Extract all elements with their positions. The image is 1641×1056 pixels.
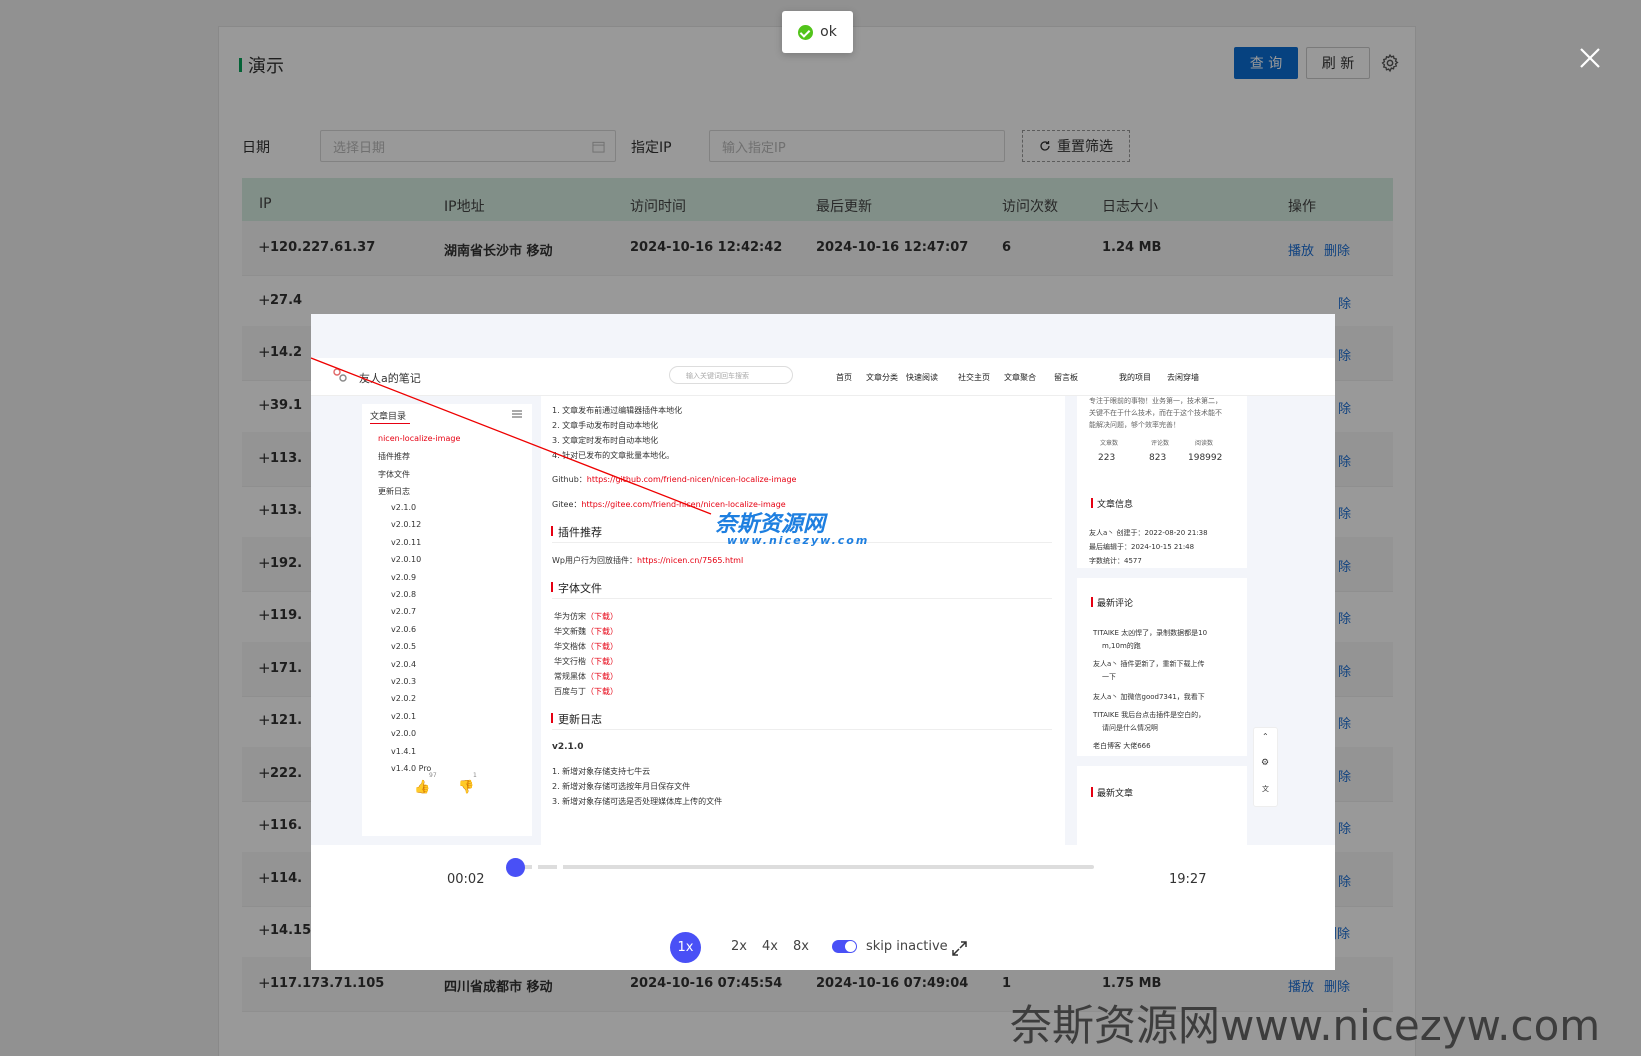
total-time: 19:27 (1169, 872, 1207, 887)
close-icon[interactable] (1578, 46, 1602, 70)
skip-inactive-label: skip inactive (866, 939, 948, 954)
speed-2x-button[interactable]: 2x (725, 939, 753, 954)
mouse-trail (311, 357, 712, 515)
progress-thumb[interactable] (506, 858, 526, 877)
inactive-gap (532, 865, 538, 869)
speed-4x-button[interactable]: 4x (756, 939, 784, 954)
check-circle-icon (798, 24, 814, 40)
progress-track[interactable] (523, 865, 1094, 869)
replay-player: 友人a的笔记 输入关键词回车搜索 首页 文章分类 快速阅读 社交主页 文章聚合 留言板 我的… (311, 314, 1335, 970)
inactive-gap (557, 865, 563, 869)
watermark-url: www.nicezyw.com (727, 534, 870, 547)
replay-viewport: 友人a的笔记 输入关键词回车搜索 首页 文章分类 快速阅读 社交主页 文章聚合 留言板 我的… (311, 314, 1335, 845)
fullscreen-icon[interactable] (952, 941, 967, 956)
speed-1x-button[interactable]: 1x (670, 932, 701, 963)
skip-inactive-toggle[interactable] (832, 940, 857, 953)
toast-message: ok (782, 11, 853, 53)
toast-text: ok (820, 24, 837, 40)
current-time: 00:02 (447, 872, 485, 887)
speed-8x-button[interactable]: 8x (787, 939, 815, 954)
